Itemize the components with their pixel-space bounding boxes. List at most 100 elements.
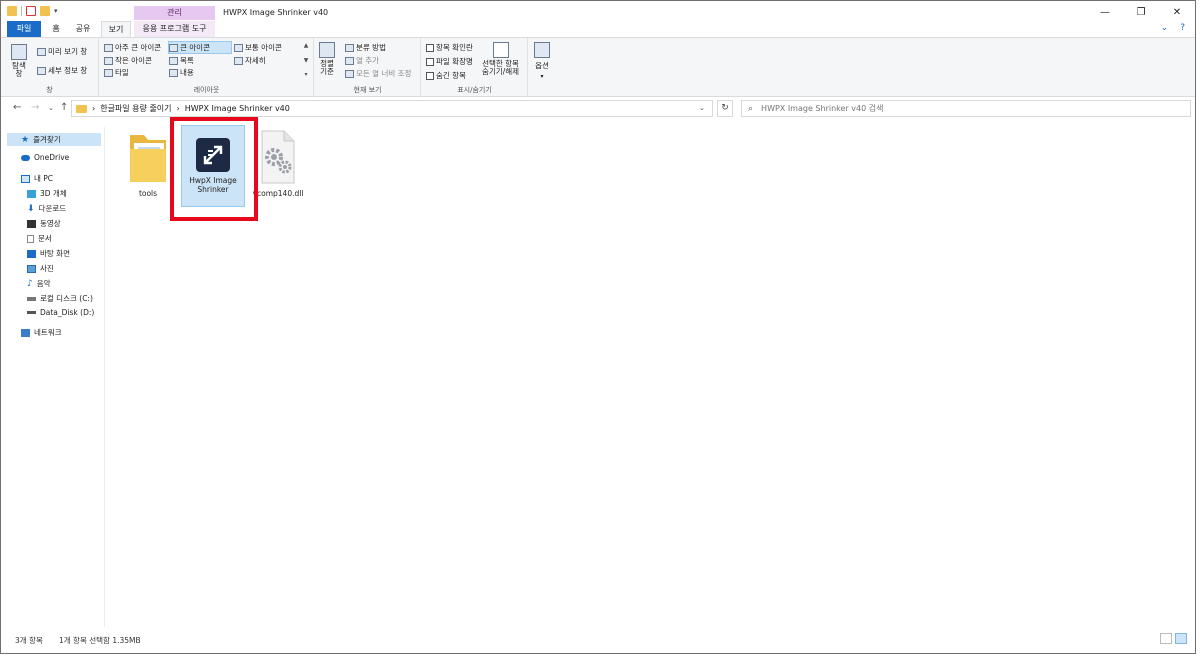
item-checkboxes-label: 항목 확인란 — [436, 43, 473, 52]
nav-item-documents[interactable]: 문서 — [27, 233, 52, 244]
size-all-columns-button[interactable]: 모든 열 너비 조정 — [345, 68, 411, 79]
layout-large-icons[interactable]: 큰 아이콘 — [168, 41, 232, 54]
add-columns-label: 열 추가 — [356, 56, 380, 65]
file-item-tools[interactable]: tools — [116, 129, 180, 198]
picture-icon — [27, 264, 36, 273]
hidden-items-toggle[interactable]: 숨긴 항목 — [426, 70, 466, 81]
search-icon: ⌕ — [748, 103, 754, 114]
layout-tiles[interactable]: 타일 — [104, 67, 129, 78]
nav-pane-label: 탐색 창 — [12, 61, 26, 78]
breadcrumb-item-current[interactable]: HWPX Image Shrinker v40 — [185, 104, 290, 113]
breadcrumb-separator-icon[interactable]: › — [92, 104, 95, 113]
nav-item-downloads[interactable]: ⬇ 다운로드 — [27, 203, 66, 214]
address-history-chevron-icon[interactable]: ⌄ — [699, 104, 705, 112]
file-extensions-label: 파일 확장명 — [436, 57, 473, 66]
nav-item-videos[interactable]: 동영상 — [27, 218, 61, 229]
ribbon-tabs: 파일 홈 공유 보기 응용 프로그램 도구 ⌄ ? — [1, 21, 1195, 37]
layout-gallery-scroll[interactable]: ▲ ▼ ▾ — [302, 42, 310, 78]
item-checkboxes-checkbox[interactable] — [426, 43, 434, 52]
scroll-down-icon[interactable]: ▼ — [304, 57, 309, 64]
file-extensions-toggle[interactable]: 파일 확장명 — [426, 56, 473, 67]
nav-item-local-disk[interactable]: 로컬 디스크 (C:) — [27, 293, 93, 304]
group-by-icon — [345, 43, 354, 52]
file-item-hwpx-image-shrinker[interactable]: HwpX Image Shrinker — [181, 125, 245, 207]
ribbon-group-panes: 탐색 창 미리 보기 창 세부 정보 창 창 — [1, 38, 99, 97]
nav-item-network[interactable]: 네트워크 — [21, 327, 62, 338]
tab-view[interactable]: 보기 — [101, 21, 131, 37]
help-icon[interactable]: ? — [1180, 23, 1185, 33]
file-item-vcomp140-dll[interactable]: vcomp140.dll — [246, 129, 310, 198]
tab-home[interactable]: 홈 — [45, 21, 67, 37]
tab-file[interactable]: 파일 — [7, 21, 41, 37]
nav-item-3d-objects[interactable]: 3D 개체 — [27, 188, 67, 199]
large-icons-view-button[interactable] — [1175, 633, 1187, 644]
content-icon — [169, 68, 178, 77]
drive-icon — [27, 296, 36, 301]
details-pane-button[interactable]: 세부 정보 창 — [37, 65, 87, 76]
file-name: HwpX Image Shrinker — [189, 176, 237, 194]
group-by-button[interactable]: 분류 방법 — [345, 42, 386, 53]
layout-content[interactable]: 내용 — [169, 67, 194, 78]
nav-item-onedrive[interactable]: OneDrive — [21, 153, 69, 162]
add-columns-icon — [345, 56, 354, 65]
ribbon: 탐색 창 미리 보기 창 세부 정보 창 창 아주 큰 아이콘 큰 아이콘 보통… — [1, 37, 1195, 97]
options-button[interactable]: 옵션 ▾ — [534, 42, 550, 80]
search-box[interactable]: ⌕ — [741, 100, 1191, 117]
properties-icon[interactable] — [26, 6, 36, 16]
nav-item-pictures[interactable]: 사진 — [27, 263, 54, 274]
new-folder-icon[interactable] — [40, 6, 50, 16]
details-label: 자세히 — [245, 56, 266, 65]
recent-locations-chevron-icon[interactable]: ⌄ — [48, 104, 54, 112]
up-arrow-icon[interactable]: ↑ — [60, 102, 68, 113]
breadcrumb-separator-icon[interactable]: › — [177, 104, 180, 113]
layout-small-icons[interactable]: 작은 아이콘 — [104, 55, 152, 66]
layout-medium-icons[interactable]: 보통 아이콘 — [234, 42, 282, 53]
selection-info: 1개 항목 선택함 1.35MB — [59, 636, 141, 645]
minimize-button[interactable]: — — [1087, 1, 1123, 23]
ribbon-group-layout: 아주 큰 아이콘 큰 아이콘 보통 아이콘 작은 아이콘 목록 자세히 타일 내… — [100, 38, 314, 97]
address-bar[interactable]: › 한글파일 용량 줄이기 › HWPX Image Shrinker v40 — [71, 100, 713, 117]
sort-by-button[interactable]: 정렬 기준 — [319, 42, 335, 76]
nav-item-quick-access[interactable]: ★ 즐겨찾기 — [7, 133, 101, 146]
nav-item-desktop[interactable]: 바탕 화면 — [27, 248, 70, 259]
cube-icon — [27, 189, 36, 198]
scroll-up-icon[interactable]: ▲ — [304, 42, 309, 49]
nav-item-music[interactable]: ♪ 음악 — [27, 278, 51, 289]
nav-item-data-disk[interactable]: Data_Disk (D:) — [27, 308, 94, 317]
preview-pane-button[interactable]: 미리 보기 창 — [37, 46, 87, 57]
item-checkboxes-toggle[interactable]: 항목 확인란 — [426, 42, 473, 53]
layout-extra-large-icons[interactable]: 아주 큰 아이콘 — [104, 42, 161, 53]
hide-selected-label: 선택한 항목 숨기기/해제 — [482, 59, 520, 76]
large-icons-label: 큰 아이콘 — [180, 43, 210, 52]
add-columns-button[interactable]: 열 추가 — [345, 55, 379, 66]
gallery-more-icon[interactable]: ▾ — [304, 71, 307, 78]
nav-item-this-pc[interactable]: 내 PC — [21, 173, 53, 184]
breadcrumb-item-parent[interactable]: 한글파일 용량 줄이기 — [100, 103, 171, 114]
nav-pane-button[interactable]: 탐색 창 — [11, 44, 27, 78]
layout-list[interactable]: 목록 — [169, 55, 194, 66]
hidden-items-checkbox[interactable] — [426, 71, 434, 80]
file-extensions-checkbox[interactable] — [426, 57, 434, 66]
forward-arrow-icon[interactable]: → — [31, 102, 39, 113]
refresh-button[interactable]: ↻ — [717, 100, 733, 117]
qat-customize-chevron-icon[interactable]: ▾ — [54, 7, 58, 15]
view-switcher — [1160, 633, 1187, 644]
nav-item-label: 문서 — [38, 234, 52, 243]
address-folder-icon — [76, 104, 87, 113]
tab-application-tools[interactable]: 응용 프로그램 도구 — [134, 21, 215, 37]
hide-selected-items-button[interactable]: 선택한 항목 숨기기/해제 — [482, 42, 519, 76]
search-input[interactable] — [761, 104, 1142, 113]
back-arrow-icon[interactable]: ← — [13, 102, 21, 113]
app-icon — [196, 138, 230, 172]
close-button[interactable]: ✕ — [1159, 1, 1195, 23]
tiles-label: 타일 — [115, 68, 129, 77]
quick-access-toolbar: ▾ — [7, 6, 58, 16]
details-view-button[interactable] — [1160, 633, 1172, 644]
maximize-button[interactable]: ❐ — [1123, 1, 1159, 23]
tab-share[interactable]: 공유 — [70, 21, 96, 37]
download-arrow-icon: ⬇ — [27, 203, 35, 214]
nav-item-label: 사진 — [40, 264, 54, 273]
layout-details[interactable]: 자세히 — [234, 55, 266, 66]
ribbon-collapse-chevron-icon[interactable]: ⌄ — [1161, 23, 1169, 33]
desktop-icon — [27, 249, 36, 258]
